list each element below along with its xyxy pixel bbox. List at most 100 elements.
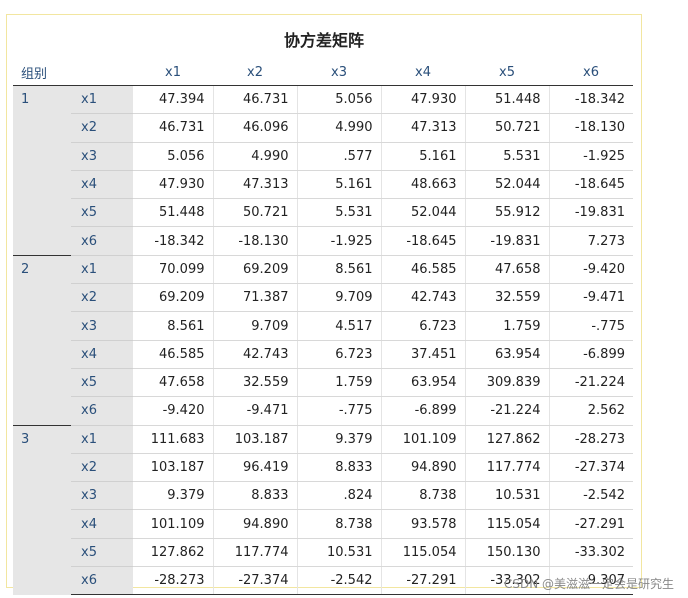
matrix-cell: 69.209 bbox=[212, 254, 297, 285]
matrix-cell: 47.313 bbox=[380, 113, 465, 143]
row-variable-label: x6 bbox=[71, 396, 133, 426]
matrix-cell: 4.990 bbox=[212, 142, 297, 171]
row-variable-label: x3 bbox=[71, 481, 133, 511]
matrix-cell: -21.224 bbox=[464, 396, 549, 426]
matrix-cell: 93.578 bbox=[380, 509, 465, 539]
group-label: 1 bbox=[13, 85, 71, 256]
group-label: 2 bbox=[13, 254, 71, 426]
table-row: x3 5.056 4.990.577 5.161 5.531 -1.925 bbox=[13, 142, 633, 171]
matrix-cell: 47.313 bbox=[212, 170, 297, 200]
matrix-cell: 46.585 bbox=[380, 254, 465, 285]
matrix-cell: -19.831 bbox=[464, 226, 549, 256]
table-row: 1 x1 47.394 46.731 5.056 47.930 51.448 -18.342 bbox=[13, 84, 633, 256]
table-row: x2 46.731 46.096 4.990 47.313 50.721 -18.130 bbox=[13, 113, 633, 143]
matrix-cell: -27.291 bbox=[380, 566, 465, 596]
matrix-cell: 117.774 bbox=[212, 538, 297, 568]
matrix-cell: 46.731 bbox=[133, 113, 213, 143]
matrix-cell: 9.709 bbox=[296, 283, 381, 313]
matrix-cell: 5.056 bbox=[133, 142, 213, 171]
matrix-cell: 5.056 bbox=[296, 84, 381, 115]
group-header: 组别 bbox=[21, 66, 48, 82]
column-header: x5 bbox=[499, 64, 515, 80]
matrix-cell: -2.542 bbox=[296, 566, 381, 596]
table-row: x2 103.187 96.419 8.833 94.890 117.774 -27.374 bbox=[13, 453, 633, 483]
table-row: x3 8.561 9.709 4.517 6.723 1.759 -.775 bbox=[13, 311, 633, 341]
matrix-cell: -9.471 bbox=[212, 396, 297, 426]
row-variable-label: x3 bbox=[71, 142, 133, 171]
matrix-cell: -18.342 bbox=[548, 84, 633, 115]
row-variable-label: x2 bbox=[71, 113, 133, 143]
matrix-cell: 111.683 bbox=[133, 424, 213, 454]
matrix-cell: 5.161 bbox=[296, 170, 381, 200]
matrix-cell: 1.759 bbox=[464, 311, 549, 341]
matrix-cell: -1.925 bbox=[296, 226, 381, 256]
group-label: 3 bbox=[13, 424, 71, 595]
matrix-cell: -27.374 bbox=[212, 566, 297, 596]
matrix-cell: 48.663 bbox=[380, 170, 465, 200]
matrix-cell: -18.342 bbox=[133, 226, 213, 256]
row-variable-label: x3 bbox=[71, 311, 133, 341]
matrix-cell: 37.451 bbox=[380, 340, 465, 369]
matrix-cell: 127.862 bbox=[133, 538, 213, 568]
matrix-cell: 7.273 bbox=[548, 226, 633, 256]
matrix-cell: 46.096 bbox=[212, 113, 297, 143]
matrix-cell: 47.930 bbox=[133, 170, 213, 200]
table-row: 2 x1 70.099 69.209 8.561 46.585 47.658 -9.420 bbox=[13, 254, 633, 426]
table-row: x2 69.209 71.387 9.709 42.743 32.559 -9.471 bbox=[13, 283, 633, 313]
row-variable-label: x5 bbox=[71, 538, 133, 568]
matrix-cell: 127.862 bbox=[464, 424, 549, 454]
matrix-cell: 94.890 bbox=[212, 509, 297, 539]
matrix-cell: 46.731 bbox=[212, 84, 297, 115]
matrix-cell: 50.721 bbox=[212, 198, 297, 228]
matrix-cell: -28.273 bbox=[133, 566, 213, 596]
table-row: x5 51.448 50.721 5.531 52.044 55.912 -19.831 bbox=[13, 198, 633, 228]
output-frame: 协方差矩阵 组别 x1 x2 x3 x4 x5 x6 1 x1 47.394 46.7… bbox=[6, 14, 642, 596]
matrix-cell: 52.044 bbox=[380, 198, 465, 228]
matrix-cell: 42.743 bbox=[380, 283, 465, 313]
table-row: x4 47.930 47.313 5.161 48.663 52.044 -18.645 bbox=[13, 170, 633, 200]
column-header: x2 bbox=[247, 64, 263, 80]
table-row: x6 -9.420 -9.471 -.775 -6.899 -21.224 2.562 bbox=[13, 396, 633, 426]
matrix-cell: 5.161 bbox=[380, 142, 465, 171]
matrix-cell: 50.721 bbox=[464, 113, 549, 143]
matrix-cell: 8.561 bbox=[133, 311, 213, 341]
matrix-cell: 42.743 bbox=[212, 340, 297, 369]
matrix-cell: 150.130 bbox=[464, 538, 549, 568]
matrix-cell: 4.517 bbox=[296, 311, 381, 341]
matrix-cell: 8.833 bbox=[296, 453, 381, 483]
table-title: 协方差矩阵 bbox=[283, 31, 364, 50]
matrix-cell: 47.930 bbox=[380, 84, 465, 115]
matrix-cell: 115.054 bbox=[464, 509, 549, 539]
matrix-cell: 63.954 bbox=[380, 368, 465, 398]
matrix-cell: 309.839 bbox=[464, 368, 549, 398]
matrix-cell: 10.531 bbox=[296, 538, 381, 568]
matrix-cell: 115.054 bbox=[380, 538, 465, 568]
matrix-cell: 9.379 bbox=[133, 481, 213, 511]
matrix-cell: 94.890 bbox=[380, 453, 465, 483]
matrix-cell: -19.831 bbox=[548, 198, 633, 228]
matrix-cell: -27.291 bbox=[548, 509, 633, 539]
matrix-cell: -27.374 bbox=[548, 453, 633, 483]
row-variable-label: x6 bbox=[71, 566, 133, 596]
matrix-cell: -21.224 bbox=[548, 368, 633, 398]
header-row: 组别 x1 x2 x3 x4 x5 x6 bbox=[13, 59, 633, 86]
matrix-cell: 6.723 bbox=[296, 340, 381, 369]
matrix-cell: 103.187 bbox=[212, 424, 297, 454]
matrix-cell: 52.044 bbox=[464, 170, 549, 200]
matrix-cell: -.775 bbox=[296, 396, 381, 426]
matrix-cell: -18.645 bbox=[380, 226, 465, 256]
row-variable-label: x2 bbox=[71, 283, 133, 313]
matrix-cell: .577 bbox=[296, 142, 381, 171]
watermark: CSDN @美滋滋一定会是研究生 bbox=[503, 577, 674, 591]
matrix-cell: 117.774 bbox=[464, 453, 549, 483]
matrix-cell: -9.420 bbox=[548, 254, 633, 285]
matrix-cell: -1.925 bbox=[548, 142, 633, 171]
matrix-cell: -6.899 bbox=[548, 340, 633, 369]
matrix-cell: 46.585 bbox=[133, 340, 213, 369]
table-row: 3 x1 111.683 103.187 9.379 101.109 127.862 -28.… bbox=[13, 424, 633, 595]
table-row: x4 46.585 42.743 6.723 37.451 63.954 -6.899 bbox=[13, 340, 633, 369]
column-header: x3 bbox=[331, 64, 347, 80]
matrix-cell: -2.542 bbox=[548, 481, 633, 511]
matrix-cell: -9.420 bbox=[133, 396, 213, 426]
matrix-cell: -.775 bbox=[548, 311, 633, 341]
